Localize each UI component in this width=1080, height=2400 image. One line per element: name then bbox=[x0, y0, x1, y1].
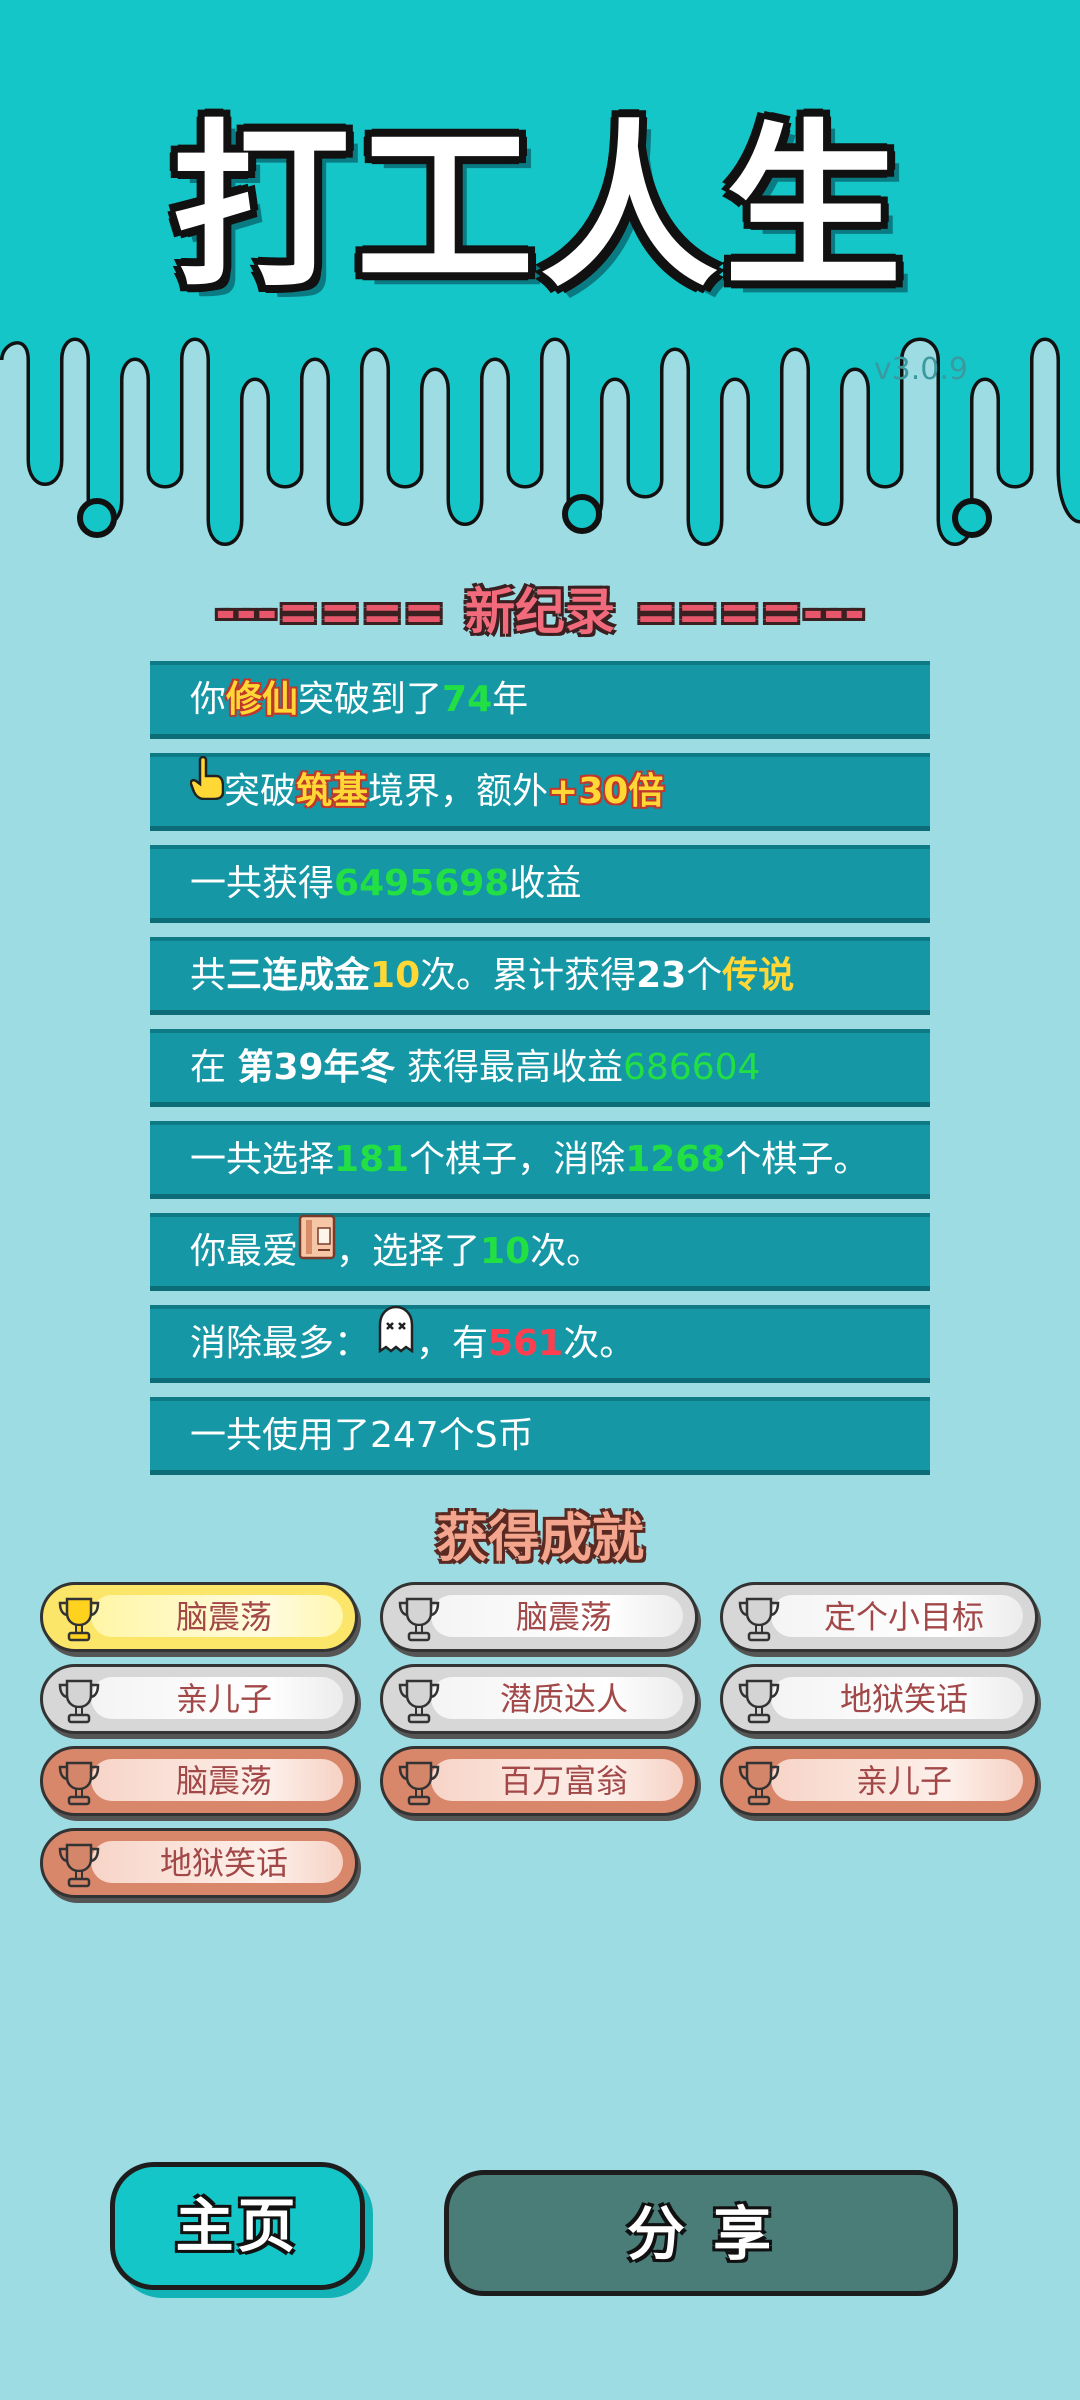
stat-row-realm: 突破筑基境界，额外+30倍 bbox=[150, 753, 930, 831]
stat-text: 一共选择 bbox=[190, 1139, 335, 1180]
stat-value: 181 bbox=[334, 1139, 410, 1180]
stat-value: 6495698 bbox=[334, 863, 510, 904]
stat-value: 561 bbox=[488, 1323, 564, 1364]
app-title: 打工人生 bbox=[172, 104, 908, 311]
stat-text: 收益 bbox=[509, 863, 582, 904]
stat-row-combos: 共三连成金10次。累计获得23个传说 bbox=[150, 937, 930, 1015]
stat-row-pieces: 一共选择181个棋子，消除1268个棋子。 bbox=[150, 1121, 930, 1199]
stat-text: 个棋子。 bbox=[725, 1139, 870, 1180]
stat-value: 74 bbox=[442, 679, 493, 720]
drip-dot bbox=[77, 498, 117, 538]
stat-row-income: 一共获得6495698收益 bbox=[150, 845, 930, 923]
achievement-badge[interactable]: 脑震荡 bbox=[380, 1582, 698, 1652]
achievement-label: 潜质达人 bbox=[499, 1680, 628, 1718]
stat-text: 突破到了 bbox=[298, 679, 443, 720]
achievement-label: 地狱笑话 bbox=[159, 1844, 288, 1882]
achievements-heading: 获得成就 bbox=[435, 1509, 644, 1569]
stat-text: ，选择了 bbox=[336, 1231, 481, 1272]
stat-text: 个 bbox=[686, 955, 723, 996]
version-label: v3.0.9 bbox=[873, 352, 968, 387]
home-button-label: 主页 bbox=[175, 2192, 300, 2260]
stat-text: 个棋子，消除 bbox=[409, 1139, 626, 1180]
achievement-badge[interactable]: 地狱笑话 bbox=[40, 1828, 358, 1898]
achievement-badge[interactable]: 脑震荡 bbox=[40, 1582, 358, 1652]
book-icon bbox=[298, 1214, 336, 1284]
achievement-label: 脑震荡 bbox=[175, 1762, 272, 1800]
stat-value: 10 bbox=[370, 955, 421, 996]
achievement-label: 定个小目标 bbox=[823, 1598, 984, 1636]
achievement-label: 百万富翁 bbox=[499, 1762, 628, 1800]
achievement-badge[interactable]: 亲儿子 bbox=[720, 1746, 1038, 1816]
achievement-badge[interactable]: 脑震荡 bbox=[40, 1746, 358, 1816]
achievement-badge[interactable]: 亲儿子 bbox=[40, 1664, 358, 1734]
stat-highlight: 筑基 bbox=[296, 771, 369, 812]
achievement-label: 地狱笑话 bbox=[839, 1680, 968, 1718]
record-dashes-right: ====--- bbox=[635, 583, 865, 641]
stat-row-best: 在 第39年冬 获得最高收益686604 bbox=[150, 1029, 930, 1107]
stat-value: 10 bbox=[480, 1231, 531, 1272]
stat-text: 你 bbox=[190, 679, 227, 720]
stat-bold: 三连成金 bbox=[226, 955, 371, 996]
stats-list: 你修仙突破到了74年 突破筑基境界，额外+30倍 一共获得6495698收益 共… bbox=[150, 661, 930, 1489]
share-button-label: 分 享 bbox=[626, 2200, 776, 2268]
stat-text: 消除最多： bbox=[190, 1323, 371, 1364]
stat-text: 次。 bbox=[563, 1323, 636, 1364]
stat-text: 获得最高收益 bbox=[395, 1047, 624, 1088]
record-dashes-left: ---==== bbox=[215, 583, 445, 641]
stat-text: 年 bbox=[492, 679, 529, 720]
stat-text: 次。累计获得 bbox=[420, 955, 637, 996]
drip-dot bbox=[952, 498, 992, 538]
stat-row-coins: 一共使用了247个S币 bbox=[150, 1397, 930, 1475]
stat-value: 1268 bbox=[625, 1139, 726, 1180]
stat-highlight: 修仙 bbox=[226, 679, 299, 720]
stat-text: ，有 bbox=[416, 1323, 489, 1364]
ghost-icon bbox=[376, 1305, 416, 1377]
stat-bold: 23 bbox=[636, 955, 687, 996]
silver-trophy-icon bbox=[58, 1679, 100, 1724]
stat-value: 686604 bbox=[623, 1047, 761, 1088]
achievement-badge[interactable]: 地狱笑话 bbox=[720, 1664, 1038, 1734]
stat-value: 传说 bbox=[722, 955, 795, 996]
achievement-badge[interactable]: 百万富翁 bbox=[380, 1746, 698, 1816]
bronze-trophy-icon bbox=[398, 1761, 440, 1806]
stat-text: 共 bbox=[190, 955, 227, 996]
bronze-trophy-icon bbox=[58, 1761, 100, 1806]
gold-trophy-icon bbox=[58, 1597, 100, 1642]
stat-row-eliminated: 消除最多： ，有561次。 bbox=[150, 1305, 930, 1383]
achievement-label: 亲儿子 bbox=[855, 1762, 952, 1800]
share-button[interactable]: 分 享 bbox=[444, 2170, 958, 2296]
home-button[interactable]: 主页 bbox=[110, 2162, 365, 2290]
pointing-hand-icon bbox=[189, 754, 225, 824]
silver-trophy-icon bbox=[398, 1679, 440, 1724]
stat-text: 你最爱 bbox=[190, 1231, 299, 1272]
stat-row-favorite: 你最爱 ，选择了10次。 bbox=[150, 1213, 930, 1291]
header: 打工人生 v3.0.9 bbox=[0, 0, 1080, 560]
achievement-label: 亲儿子 bbox=[175, 1680, 272, 1718]
stat-text: 突破 bbox=[224, 771, 297, 812]
bronze-trophy-icon bbox=[58, 1843, 100, 1888]
new-record-heading: ---==== 新纪录 ====--- bbox=[0, 572, 1080, 644]
record-title: 新纪录 bbox=[465, 583, 615, 641]
achievement-badge[interactable]: 潜质达人 bbox=[380, 1664, 698, 1734]
silver-trophy-icon bbox=[398, 1597, 440, 1642]
stat-text: 一共使用了247个S币 bbox=[190, 1415, 534, 1456]
silver-trophy-icon bbox=[738, 1597, 780, 1642]
stat-highlight: +30倍 bbox=[548, 771, 665, 812]
achievement-label: 脑震荡 bbox=[515, 1598, 612, 1636]
stat-row-years: 你修仙突破到了74年 bbox=[150, 661, 930, 739]
stat-text: 在 bbox=[190, 1047, 238, 1088]
bronze-trophy-icon bbox=[738, 1761, 780, 1806]
achievement-badge[interactable]: 定个小目标 bbox=[720, 1582, 1038, 1652]
achievement-label: 脑震荡 bbox=[175, 1598, 272, 1636]
drip-dot bbox=[562, 494, 602, 534]
silver-trophy-icon bbox=[738, 1679, 780, 1724]
stat-text: 次。 bbox=[530, 1231, 603, 1272]
stat-text: 境界，额外 bbox=[368, 771, 549, 812]
stat-bold: 第39年冬 bbox=[237, 1047, 396, 1088]
stat-text: 一共获得 bbox=[190, 863, 335, 904]
